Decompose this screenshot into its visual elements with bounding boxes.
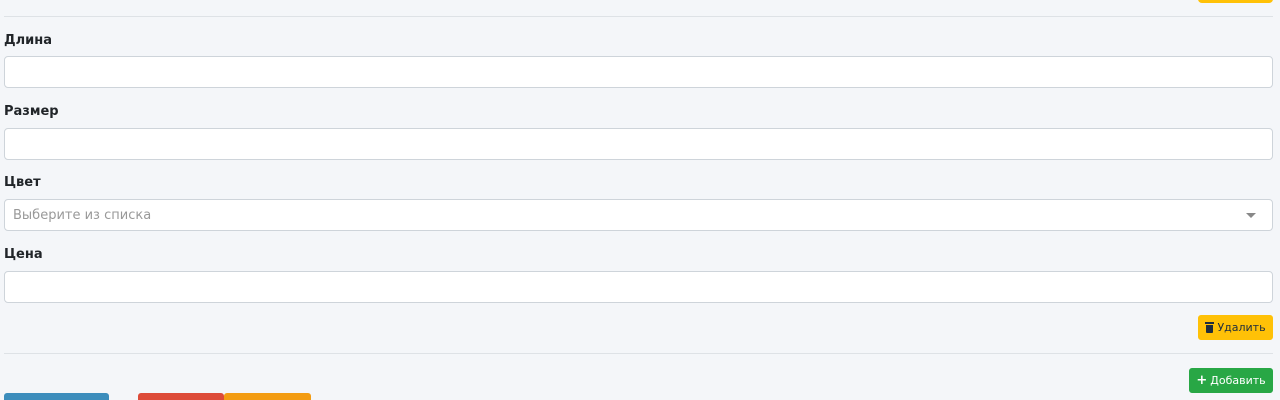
size-label: Размер xyxy=(4,104,59,119)
danger-button-edge[interactable] xyxy=(138,393,224,400)
add-button[interactable]: + Добавить xyxy=(1189,368,1273,393)
section-divider-bottom xyxy=(4,353,1273,354)
warning-button-edge[interactable] xyxy=(224,393,311,400)
price-label: Цена xyxy=(4,247,43,262)
add-button-label: Добавить xyxy=(1210,374,1266,387)
primary-button-edge[interactable] xyxy=(4,393,109,400)
delete-button-label: Удалить xyxy=(1217,321,1266,334)
color-select-placeholder: Выберите из списка xyxy=(13,208,152,223)
length-input[interactable] xyxy=(4,56,1273,88)
trash-icon xyxy=(1205,322,1215,333)
size-input[interactable] xyxy=(4,128,1273,160)
top-warning-button-edge[interactable] xyxy=(1198,0,1273,3)
plus-icon: + xyxy=(1196,373,1208,388)
color-select[interactable]: Выберите из списка xyxy=(4,199,1273,231)
price-input[interactable] xyxy=(4,271,1273,303)
product-variant-form: Длина Размер Цвет Выберите из списка Цен… xyxy=(0,0,1280,400)
delete-button[interactable]: Удалить xyxy=(1198,315,1273,340)
color-label: Цвет xyxy=(4,175,41,190)
chevron-down-icon xyxy=(1246,213,1256,218)
length-label: Длина xyxy=(4,33,52,48)
section-divider-top xyxy=(4,16,1273,17)
